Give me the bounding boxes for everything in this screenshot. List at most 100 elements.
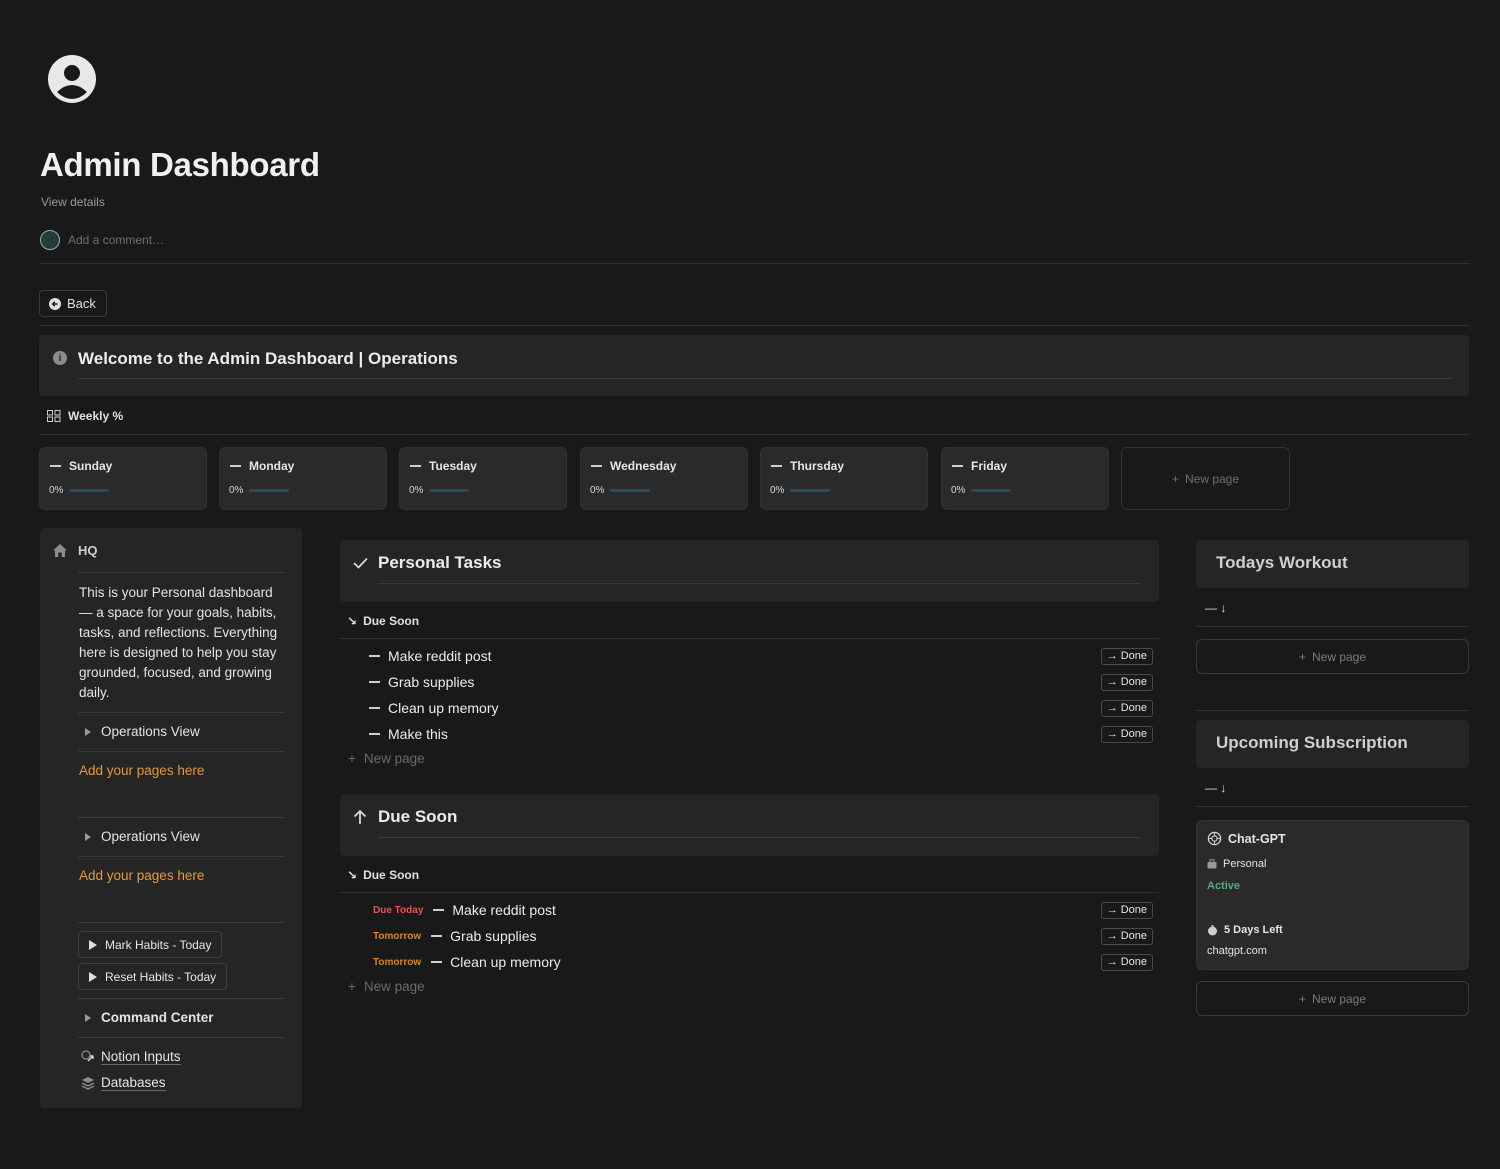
databases-link[interactable]: Databases	[81, 1075, 166, 1091]
day-name: Monday	[249, 459, 295, 473]
view-details-link[interactable]: View details	[41, 195, 105, 209]
done-button[interactable]: → Done	[1100, 725, 1153, 743]
done-button[interactable]: → Done	[1100, 927, 1153, 945]
mark-habits-button[interactable]: Mark Habits - Today	[78, 931, 223, 958]
comment-input[interactable]: Add a comment…	[68, 233, 164, 247]
done-button[interactable]: → Done	[1100, 953, 1153, 971]
home-icon	[53, 544, 67, 557]
toggle-command-center[interactable]: Command Center	[85, 1010, 214, 1025]
dash-icon	[591, 465, 602, 467]
page-title: Admin Dashboard	[40, 146, 320, 183]
dash-icon	[431, 961, 443, 963]
group-due-soon[interactable]: ↘ Due Soon	[347, 868, 419, 882]
new-page-button[interactable]: + New page	[348, 979, 425, 994]
task-row[interactable]: Make this → Done	[369, 721, 1153, 747]
divider	[78, 1037, 284, 1038]
info-icon: i	[53, 351, 67, 365]
due-badge: Due Today	[373, 904, 424, 916]
triangle-right-icon	[85, 1013, 91, 1022]
task-row[interactable]: Tomorrow Grab supplies → Done	[373, 923, 1153, 949]
divider	[1196, 710, 1469, 711]
task-name: Grab supplies	[450, 928, 537, 944]
briefcase-icon	[1207, 859, 1217, 869]
day-name: Tuesday	[429, 459, 477, 473]
arrow-right-icon: →	[1106, 956, 1118, 968]
divider	[1196, 626, 1469, 627]
task-name: Make reddit post	[452, 902, 556, 918]
done-button[interactable]: → Done	[1100, 673, 1153, 691]
subscription-status: Active	[1207, 880, 1241, 892]
arrow-down-right-icon: ↘	[347, 614, 358, 628]
arrow-right-icon: →	[1106, 904, 1118, 916]
day-card-sunday[interactable]: Sunday 0%	[39, 447, 207, 510]
new-page-button[interactable]: + New page	[1196, 639, 1469, 674]
sort-toggle[interactable]: — ↓	[1205, 781, 1226, 795]
progress-bar	[249, 489, 290, 492]
arrow-up-icon	[353, 809, 367, 824]
plus-icon: +	[1298, 991, 1306, 1006]
done-label: Done	[1120, 904, 1147, 916]
day-card-thursday[interactable]: Thursday 0%	[760, 447, 928, 510]
new-page-button[interactable]: + New page	[1121, 447, 1290, 510]
task-row[interactable]: Due Today Make reddit post → Done	[373, 897, 1153, 923]
stack-icon	[81, 1077, 95, 1090]
day-card-wednesday[interactable]: Wednesday 0%	[580, 447, 748, 510]
personal-tasks-header: Personal Tasks	[340, 540, 1159, 602]
toggle-operations-view-1[interactable]: Operations View	[85, 724, 200, 739]
new-page-button[interactable]: + New page	[348, 751, 425, 766]
sort-toggle[interactable]: — ↓	[1205, 601, 1226, 615]
subscription-card[interactable]: Chat-GPT Personal Active 5 Days Left cha…	[1196, 820, 1469, 970]
done-label: Done	[1120, 702, 1147, 714]
progress-bar	[429, 489, 470, 492]
group-due-soon[interactable]: ↘ Due Soon	[347, 614, 419, 628]
triangle-right-icon	[85, 832, 91, 841]
task-row[interactable]: Clean up memory → Done	[369, 695, 1153, 721]
toggle-label: Operations View	[101, 829, 200, 844]
tab-weekly[interactable]: Weekly %	[47, 409, 123, 423]
divider	[78, 998, 284, 999]
task-row[interactable]: Grab supplies → Done	[369, 669, 1153, 695]
profile-icon	[48, 55, 96, 103]
task-name: Clean up memory	[388, 700, 499, 716]
day-percent: 0%	[229, 485, 244, 496]
dash-icon	[952, 465, 963, 467]
done-button[interactable]: → Done	[1100, 901, 1153, 919]
dash-icon	[369, 707, 380, 709]
comment-row[interactable]: Add a comment…	[40, 230, 164, 250]
divider	[78, 751, 284, 752]
arrow-right-icon: →	[1106, 702, 1118, 714]
new-page-button[interactable]: + New page	[1196, 981, 1469, 1016]
add-pages-link[interactable]: Add your pages here	[79, 868, 204, 883]
toggle-label: Command Center	[101, 1010, 214, 1025]
add-pages-link[interactable]: Add your pages here	[79, 763, 204, 778]
toggle-operations-view-2[interactable]: Operations View	[85, 829, 200, 844]
done-button[interactable]: → Done	[1100, 647, 1153, 665]
arrow-right-icon: →	[1106, 650, 1118, 662]
day-card-monday[interactable]: Monday 0%	[219, 447, 387, 510]
section-title: Due Soon	[378, 807, 458, 826]
day-name: Thursday	[790, 459, 845, 473]
divider	[378, 837, 1141, 838]
notion-inputs-link[interactable]: Notion Inputs	[81, 1049, 181, 1065]
done-button[interactable]: → Done	[1100, 699, 1153, 717]
due-soon-header: Due Soon	[340, 794, 1159, 856]
progress-bar	[69, 489, 110, 492]
arrow-down-right-icon: ↘	[347, 868, 358, 882]
divider	[78, 922, 284, 923]
group-label: Due Soon	[363, 614, 420, 628]
play-icon	[89, 939, 97, 950]
section-title: Personal Tasks	[378, 553, 502, 572]
task-row[interactable]: Make reddit post → Done	[369, 643, 1153, 669]
day-card-friday[interactable]: Friday 0%	[941, 447, 1109, 510]
task-name: Make reddit post	[388, 648, 492, 664]
day-card-tuesday[interactable]: Tuesday 0%	[399, 447, 567, 510]
subscription-url[interactable]: chatgpt.com	[1207, 945, 1267, 957]
subscription-header: Upcoming Subscription	[1196, 720, 1469, 768]
task-row[interactable]: Tomorrow Clean up memory → Done	[373, 949, 1153, 975]
divider	[40, 434, 1470, 435]
back-button[interactable]: Back	[39, 290, 107, 317]
group-label: Due Soon	[363, 868, 420, 882]
reset-habits-button[interactable]: Reset Habits - Today	[78, 963, 228, 990]
subscription-name: Chat-GPT	[1228, 831, 1286, 846]
hq-description: This is your Personal dashboard — a spac…	[79, 585, 278, 700]
